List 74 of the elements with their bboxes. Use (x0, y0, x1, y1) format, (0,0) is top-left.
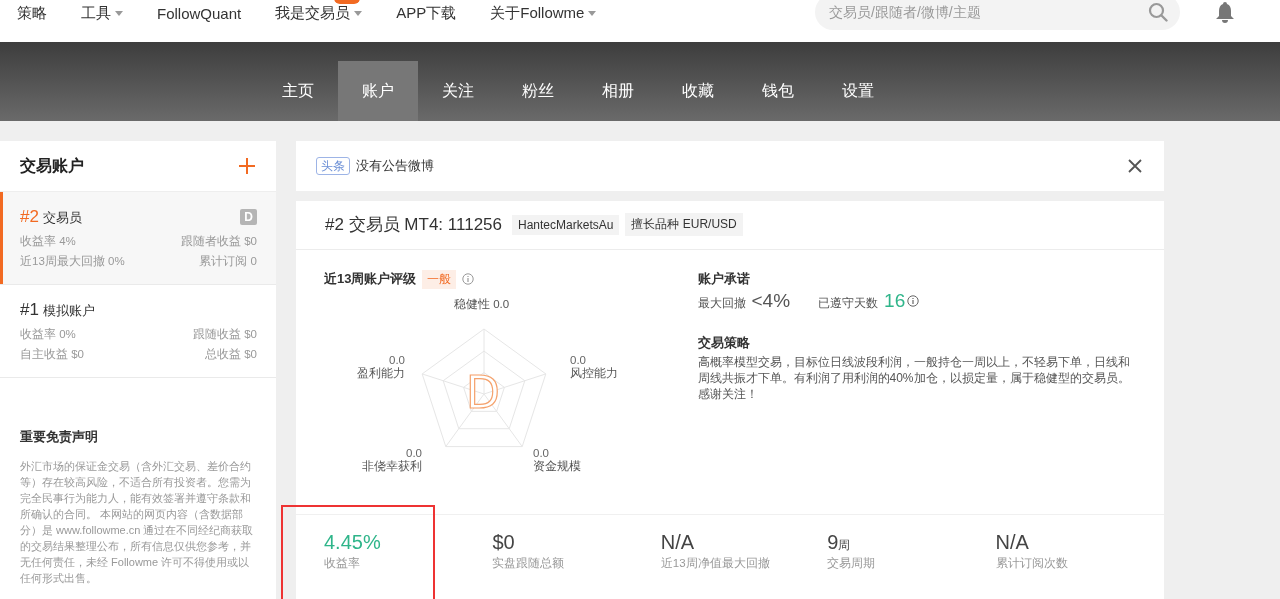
caret-icon (115, 10, 123, 16)
strategy-text: 高概率模型交易，目标位日线波段利润，一般持仓一周以上，不轻易下单，日线和周线共振才下单。有利润了用利润的40%加仓，以损定量，属于稳健型的交易员。感谢关注！ (697, 353, 1131, 402)
nav-link[interactable]: 我是交易员 (275, 4, 363, 22)
account-stat: 近13周最大回撤 0% (20, 254, 126, 269)
account-stat: 收益率 4% (20, 234, 77, 249)
account-stat: 跟随者收益 $0 (181, 234, 257, 249)
axis-value: 0.0 (389, 353, 405, 366)
account-stat: 自主收益 $0 (20, 347, 85, 362)
bell-icon[interactable] (1215, 1, 1235, 23)
account-tag: HantecMarketsAu (512, 214, 620, 235)
stat-label: 交易周期 (827, 556, 877, 572)
nav-link[interactable]: 关于Followme (490, 4, 597, 22)
headline-tag: 头条 (316, 157, 350, 175)
search-field[interactable]: 交易员/跟随者/微博/主题 (815, 0, 1180, 30)
axis-value: 0.0 (533, 446, 549, 459)
stat-value: N/A (995, 531, 1030, 555)
commitment-value: 16 (884, 289, 906, 312)
commitment-label: 最大回撤 (697, 294, 746, 312)
stat-value: 4.45% (324, 531, 382, 555)
tab[interactable]: 关注 (418, 61, 498, 121)
nav-link[interactable]: APP下载 (396, 4, 457, 22)
disclaimer-title: 重要免责声明 (20, 428, 99, 446)
info-icon (907, 294, 920, 307)
info-icon (462, 273, 475, 286)
section-title: 账户承诺 (697, 269, 751, 288)
rating-title: 近13周账户评级 (324, 270, 417, 289)
account-item[interactable]: #2 交易员 D 收益率 4% 跟随者收益 $0 近13周最大回撤 0% 累计订阅 0 (0, 192, 276, 285)
tab[interactable]: 粉丝 (498, 61, 578, 121)
axis-label: 非侥幸获利 (362, 458, 422, 474)
close-icon[interactable] (1128, 159, 1142, 173)
account-stat: 收益率 0% (20, 327, 77, 342)
tab[interactable]: 主页 (258, 61, 338, 121)
commitment-label: 已遵守天数 (818, 294, 879, 312)
account-tag: 擅长品种 EUR/USD (625, 213, 743, 237)
axis-label: 资金规模 (533, 458, 581, 474)
tab[interactable]: 设置 (818, 61, 898, 121)
disclaimer-text: 外汇市场的保证金交易（含外汇交易、差价合约等）存在较高风险，不适合所有投资者。您需为完全民事行为能力人，能有效签署并遵守条款和所确认的合同。 本网站的网页内容（含数据部分）是 www.followme.cn 通过在不同经纪商获取的交易结果整理公布，所有信息仅供您参考，并无任何责任，未经 Followme 许可不得使用或以任何形式出售。 (20, 459, 255, 586)
tab[interactable]: 收藏 (658, 61, 738, 121)
search-icon (1148, 2, 1168, 22)
axis-label: 风控能力 (570, 365, 618, 381)
caret-icon (588, 10, 597, 16)
nav-link[interactable]: FollowQuant (157, 4, 242, 22)
stat-label: 收益率 (324, 556, 361, 572)
axis-value: 0.0 (406, 446, 422, 459)
section-title: 交易策略 (697, 333, 751, 352)
axis-value: 0.0 (570, 353, 586, 366)
rating-level: 一般 (422, 269, 457, 289)
tab[interactable]: 钱包 (738, 61, 818, 121)
nav-link[interactable]: 策略 (17, 4, 47, 22)
plus-icon (238, 157, 256, 175)
stat-value: $0 (492, 531, 516, 555)
stat-value: 9周 (827, 531, 852, 555)
commitment-value: <4% (751, 289, 791, 312)
grade-badge: D (240, 209, 257, 225)
stat-label: 近13周净值最大回撤 (660, 556, 771, 572)
stat-label: 实盘跟随总额 (492, 556, 566, 572)
grade-letter: D (466, 370, 500, 415)
axis-label: 稳健性 0.0 (454, 296, 510, 312)
announcement-text: 没有公告微博 (356, 157, 434, 175)
caret-icon (354, 10, 363, 16)
stat-label: 累计订阅次数 (995, 556, 1069, 572)
sidebar-title: 交易账户 (20, 155, 84, 176)
nav-link[interactable]: 工具 (81, 4, 123, 22)
account-stat: 累计订阅 0 (198, 254, 257, 269)
account-stat: 总收益 $0 (204, 347, 257, 362)
tab[interactable]: 账户 (338, 61, 418, 121)
axis-label: 盈利能力 (357, 365, 405, 381)
stat-value: N/A (660, 531, 696, 555)
account-name: #1 模拟账户 (20, 300, 95, 320)
account-name: #2 交易员 (20, 207, 82, 227)
account-stat: 跟随收益 $0 (193, 327, 257, 342)
account-item[interactable]: #1 模拟账户 收益率 0% 跟随收益 $0 自主收益 $0 总收益 $0 (0, 285, 276, 378)
account-title: #2 交易员 MT4: 111256 (325, 214, 502, 237)
tab[interactable]: 相册 (578, 61, 658, 121)
